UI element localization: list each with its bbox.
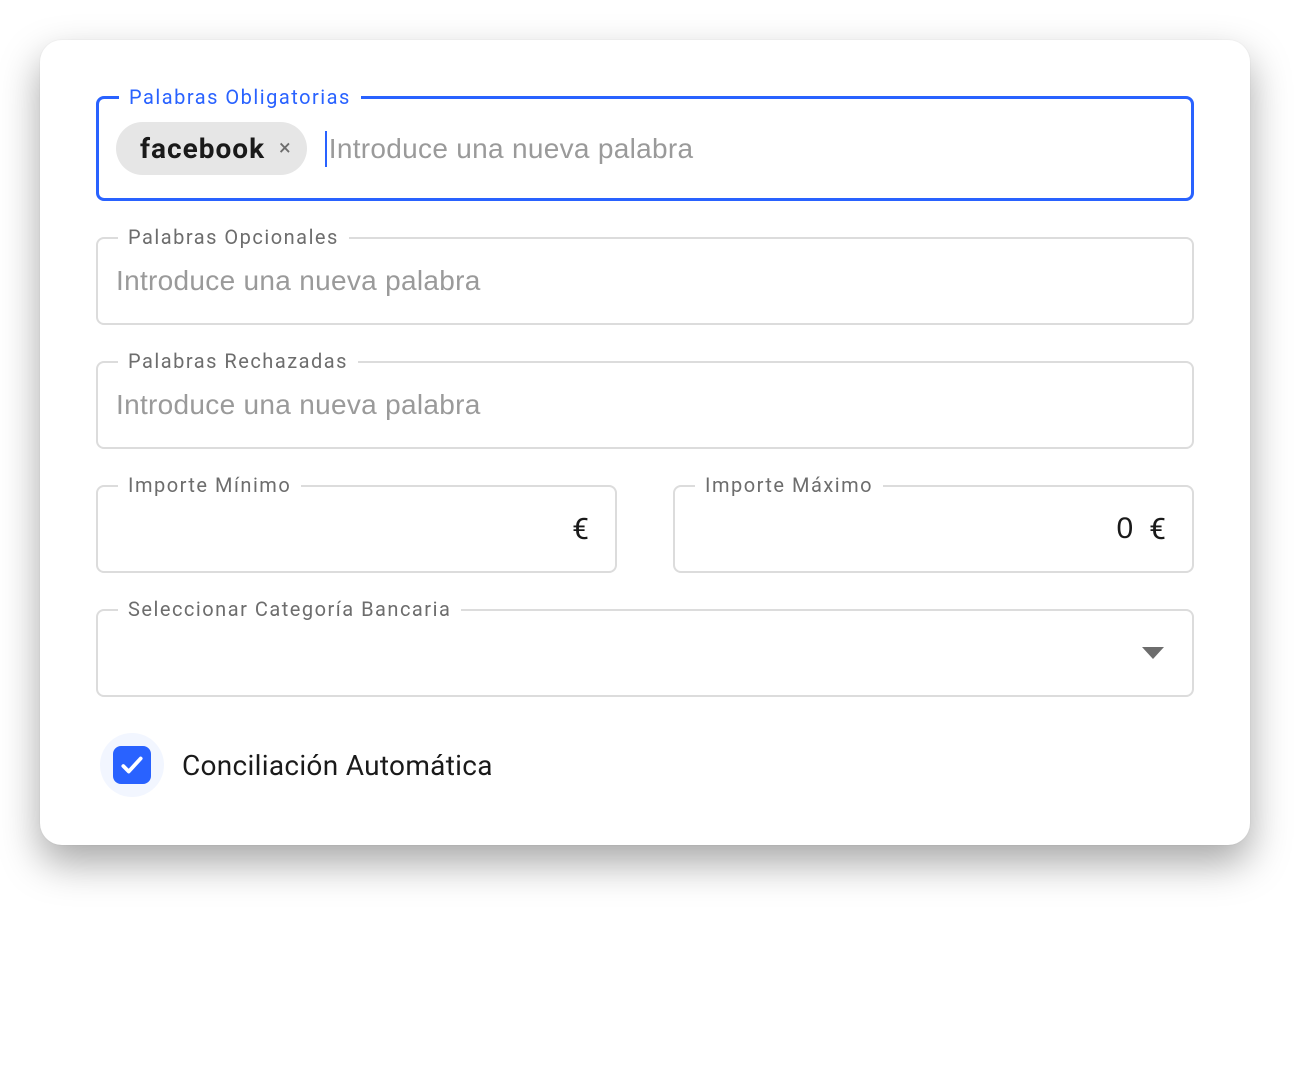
- auto-reconcile-label: Conciliación Automática: [182, 749, 493, 782]
- checkbox-checked-icon: [113, 746, 151, 784]
- min-amount-legend: Importe Mínimo: [118, 473, 301, 497]
- optional-words-field[interactable]: Palabras Opcionales: [96, 237, 1194, 325]
- currency-symbol: €: [1141, 512, 1174, 547]
- min-amount-field[interactable]: Importe Mínimo €: [96, 485, 617, 573]
- auto-reconcile-checkbox[interactable]: [100, 733, 164, 797]
- currency-symbol: €: [564, 512, 597, 547]
- rejected-words-input[interactable]: [116, 389, 1174, 421]
- max-amount-input[interactable]: [693, 512, 1141, 546]
- mandatory-words-legend: Palabras Obligatorias: [119, 85, 361, 109]
- min-amount-input[interactable]: [116, 512, 564, 546]
- text-caret: [325, 131, 327, 167]
- rejected-words-legend: Palabras Rechazadas: [118, 349, 358, 373]
- auto-reconcile-row: Conciliación Automática: [96, 733, 1194, 797]
- chevron-down-icon: [1142, 647, 1164, 659]
- word-chip[interactable]: facebook ×: [116, 122, 307, 175]
- word-chip-label: facebook: [140, 132, 265, 165]
- bank-category-legend: Seleccionar Categoría Bancaria: [118, 597, 461, 621]
- optional-words-legend: Palabras Opcionales: [118, 225, 349, 249]
- remove-chip-icon[interactable]: ×: [279, 138, 291, 160]
- amount-row: Importe Mínimo € Importe Máximo €: [96, 485, 1194, 573]
- bank-category-select[interactable]: Seleccionar Categoría Bancaria: [96, 609, 1194, 697]
- mandatory-words-input[interactable]: [329, 133, 1174, 165]
- max-amount-legend: Importe Máximo: [695, 473, 883, 497]
- max-amount-field[interactable]: Importe Máximo €: [673, 485, 1194, 573]
- optional-words-input[interactable]: [116, 265, 1174, 297]
- rejected-words-field[interactable]: Palabras Rechazadas: [96, 361, 1194, 449]
- mandatory-words-field[interactable]: Palabras Obligatorias facebook ×: [96, 96, 1194, 201]
- form-card: Palabras Obligatorias facebook × Palabra…: [40, 40, 1250, 845]
